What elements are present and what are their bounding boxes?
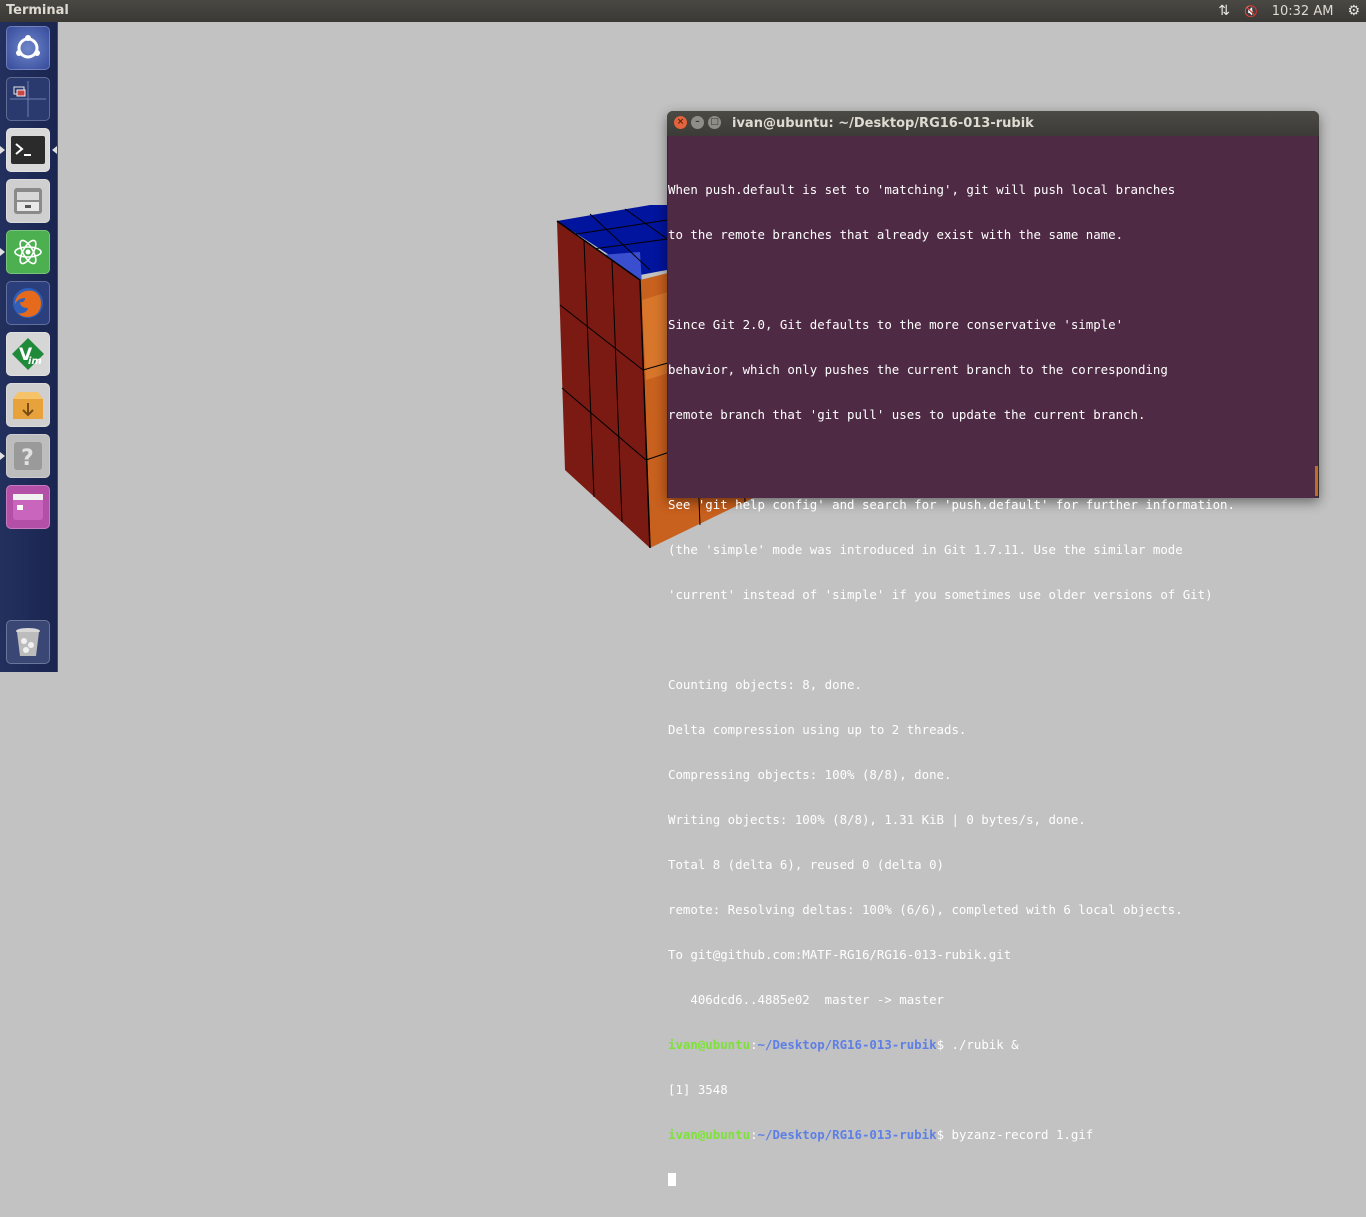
prompt-line: ivan@ubuntu:~/Desktop/RG16-013-rubik$ by… (668, 1127, 1235, 1142)
clock[interactable]: 10:32 AM (1272, 4, 1334, 19)
running-indicator (0, 248, 5, 256)
window-titlebar[interactable]: × – □ ivan@ubuntu: ~/Desktop/RG16-013-ru… (667, 111, 1319, 136)
firefox-launcher[interactable] (6, 281, 50, 325)
terminal-window[interactable]: × – □ ivan@ubuntu: ~/Desktop/RG16-013-ru… (667, 111, 1319, 1186)
app-window-icon (13, 494, 43, 520)
prompt-symbol: $ (936, 1127, 945, 1142)
command-text: byzanz-record 1.gif (944, 1127, 1094, 1142)
output-line: remote: Resolving deltas: 100% (6/6), co… (668, 902, 1183, 917)
close-button[interactable]: × (674, 116, 687, 129)
prompt-line: ivan@ubuntu:~/Desktop/RG16-013-rubik$ ./… (668, 1037, 1235, 1052)
output-line: See 'git help config' and search for 'pu… (668, 497, 1235, 512)
scrollbar[interactable] (1315, 466, 1318, 496)
prompt-path: ~/Desktop/RG16-013-rubik (757, 1037, 937, 1052)
output-line: Delta compression using up to 2 threads. (668, 722, 967, 737)
output-line: To git@github.com:MATF-RG16/RG16-013-rub… (668, 947, 1012, 962)
ubuntu-logo-icon (16, 35, 40, 59)
prompt-separator: : (750, 1037, 758, 1052)
network-icon[interactable]: ⇅ (1218, 3, 1230, 19)
output-line: Total 8 (delta 6), reused 0 (delta 0) (668, 857, 945, 872)
firefox-icon (13, 288, 43, 318)
prompt-user: ivan@ubuntu (668, 1127, 751, 1142)
output-line: When push.default is set to 'matching', … (668, 182, 1176, 197)
top-panel: Terminal ⇅ 🔇 10:32 AM ⚙ (0, 0, 1366, 22)
minimize-button[interactable]: – (691, 116, 704, 129)
atom-launcher[interactable] (6, 230, 50, 274)
job-line: [1] 3548 (668, 1082, 728, 1097)
output-line: behavior, which only pushes the current … (668, 362, 1168, 377)
terminal-icon (11, 136, 45, 164)
terminal-launcher[interactable] (6, 128, 50, 172)
workspace-switcher-button[interactable] (6, 77, 50, 121)
output-line: 406dcd6..4885e02 master -> master (668, 992, 945, 1007)
vim-icon: Vim (12, 338, 44, 370)
focus-indicator (52, 146, 57, 154)
trash-launcher[interactable] (6, 620, 50, 664)
app-launcher[interactable] (6, 485, 50, 529)
files-launcher[interactable] (6, 179, 50, 223)
running-indicator (0, 452, 5, 460)
text-cursor (668, 1173, 676, 1186)
active-indicator (0, 146, 5, 154)
system-tray: ⇅ 🔇 10:32 AM ⚙ (1218, 0, 1360, 22)
package-box-icon (13, 392, 43, 419)
sound-muted-icon[interactable]: 🔇 (1244, 5, 1258, 18)
terminal-lines: When push.default is set to 'matching', … (668, 152, 1235, 1217)
prompt-user: ivan@ubuntu (668, 1037, 751, 1052)
prompt-path: ~/Desktop/RG16-013-rubik (757, 1127, 937, 1142)
prompt-symbol: $ (936, 1037, 945, 1052)
window-title: ivan@ubuntu: ~/Desktop/RG16-013-rubik (732, 116, 1034, 131)
output-line: Writing objects: 100% (8/8), 1.31 KiB | … (668, 812, 1086, 827)
output-line: remote branch that 'git pull' uses to up… (668, 407, 1146, 422)
output-line: Counting objects: 8, done. (668, 677, 862, 692)
dash-home-button[interactable] (6, 26, 50, 70)
output-line: 'current' instead of 'simple' if you som… (668, 587, 1213, 602)
launcher: Vim ? (0, 22, 58, 672)
command-text: ./rubik & (944, 1037, 1019, 1052)
maximize-button[interactable]: □ (708, 116, 721, 129)
active-app-title: Terminal (6, 3, 69, 18)
settings-gear-icon[interactable]: ⚙ (1347, 3, 1360, 19)
file-cabinet-icon (14, 188, 42, 214)
workspace-grid-icon (10, 81, 46, 117)
vim-launcher[interactable]: Vim (6, 332, 50, 376)
archive-manager-launcher[interactable] (6, 383, 50, 427)
trash-icon (16, 628, 40, 656)
output-line: (the 'simple' mode was introduced in Git… (668, 542, 1183, 557)
svg-text:im: im (28, 356, 42, 367)
input-line[interactable] (668, 1172, 1235, 1187)
help-question-icon: ? (14, 442, 42, 471)
prompt-separator: : (750, 1127, 758, 1142)
help-launcher[interactable]: ? (6, 434, 50, 478)
svg-text:?: ? (21, 446, 34, 471)
output-line: to the remote branches that already exis… (668, 227, 1124, 242)
output-line: Compressing objects: 100% (8/8), done. (668, 767, 952, 782)
output-line: Since Git 2.0, Git defaults to the more … (668, 317, 1124, 332)
terminal-output[interactable]: When push.default is set to 'matching', … (668, 136, 1318, 1186)
atom-icon (14, 239, 42, 265)
